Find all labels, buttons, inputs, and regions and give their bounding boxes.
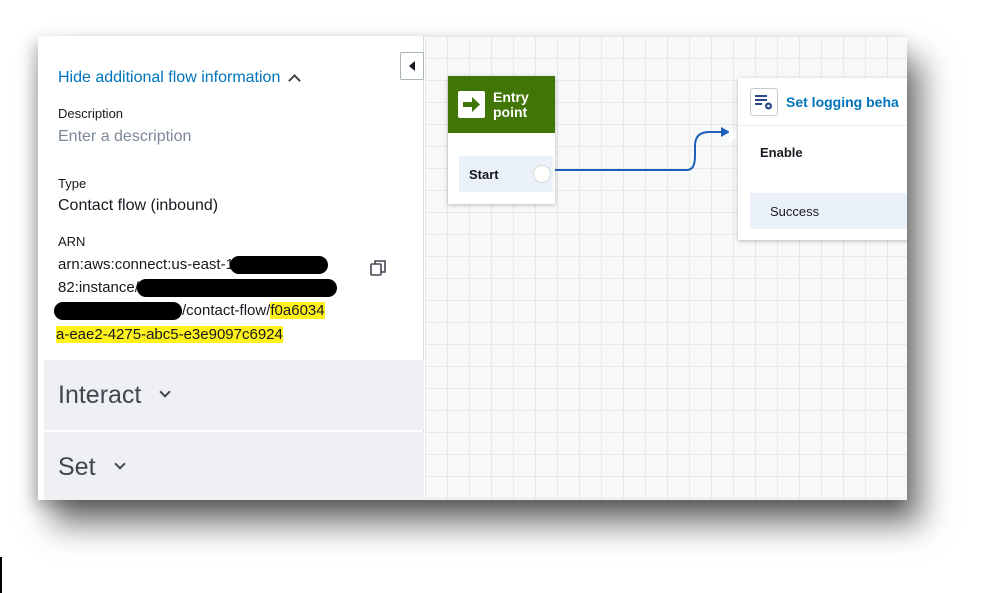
success-label: Success xyxy=(770,203,820,219)
hide-flow-info-label: Hide additional flow information xyxy=(58,69,281,86)
type-label: Type xyxy=(58,176,87,191)
chevron-up-icon xyxy=(288,74,302,87)
arn-text-2: 82:instance/ xyxy=(58,279,139,296)
logging-input-port[interactable] xyxy=(729,127,738,143)
arn-line-2: 82:instance/ xyxy=(58,279,337,298)
entry-point-block[interactable]: Entry point Start xyxy=(448,76,555,204)
arn-line-4: a-eae2-4275-abc5-e3e9097c6924 xyxy=(56,326,283,343)
success-branch: Success xyxy=(750,193,907,229)
section-interact-label: Interact xyxy=(58,380,142,409)
hide-flow-info-link[interactable]: Hide additional flow information xyxy=(58,69,302,87)
caret-left-icon xyxy=(409,61,415,71)
copy-icon[interactable] xyxy=(368,258,388,278)
entry-point-title: Entry point xyxy=(493,88,529,120)
arn-label: ARN xyxy=(58,234,86,249)
contact-flow-designer: Hide additional flow information Descrip… xyxy=(38,36,907,500)
flow-info-panel: Hide additional flow information Descrip… xyxy=(44,36,424,500)
start-output-port[interactable] xyxy=(533,165,551,183)
list-gear-icon xyxy=(750,87,778,116)
logging-header: Set logging beha xyxy=(738,78,907,126)
redaction-mark xyxy=(229,256,328,275)
description-input[interactable]: Enter a description xyxy=(58,128,191,146)
entry-title-line-2: point xyxy=(493,103,528,120)
stray-line xyxy=(0,557,2,593)
entry-title-line-1: Entry xyxy=(493,88,529,105)
arn-text-3: /contact-flow/ xyxy=(182,302,271,319)
arn-line-3: /contact-flow/f0a6034 xyxy=(54,302,325,321)
logging-title: Set logging beha xyxy=(786,93,899,110)
flow-canvas[interactable]: Entry point Start Set logging beha Enabl… xyxy=(425,36,907,500)
arrow-right-icon xyxy=(458,91,485,118)
redaction-mark xyxy=(136,279,337,298)
start-label: Start xyxy=(469,166,499,182)
chevron-down-icon xyxy=(113,458,126,470)
arn-highlight-1: f0a6034 xyxy=(270,302,325,319)
set-logging-behavior-block[interactable]: Set logging beha Enable Success xyxy=(738,78,907,240)
entry-point-header: Entry point xyxy=(448,76,555,133)
start-branch: Start xyxy=(459,156,553,192)
enable-label: Enable xyxy=(760,145,803,160)
chevron-down-icon xyxy=(159,386,172,398)
type-value: Contact flow (inbound) xyxy=(58,197,219,214)
arn-line-1: arn:aws:connect:us-east-1 xyxy=(58,256,328,275)
collapse-panel-button[interactable] xyxy=(400,52,424,80)
description-label: Description xyxy=(58,106,124,121)
arn-text-1: arn:aws:connect:us-east-1 xyxy=(58,256,234,273)
section-set-label: Set xyxy=(58,452,96,481)
section-interact[interactable]: Interact xyxy=(44,360,424,430)
redaction-mark xyxy=(54,302,182,321)
section-set[interactable]: Set xyxy=(44,432,424,500)
arn-highlight-2: a-eae2-4275-abc5-e3e9097c6924 xyxy=(56,326,283,343)
